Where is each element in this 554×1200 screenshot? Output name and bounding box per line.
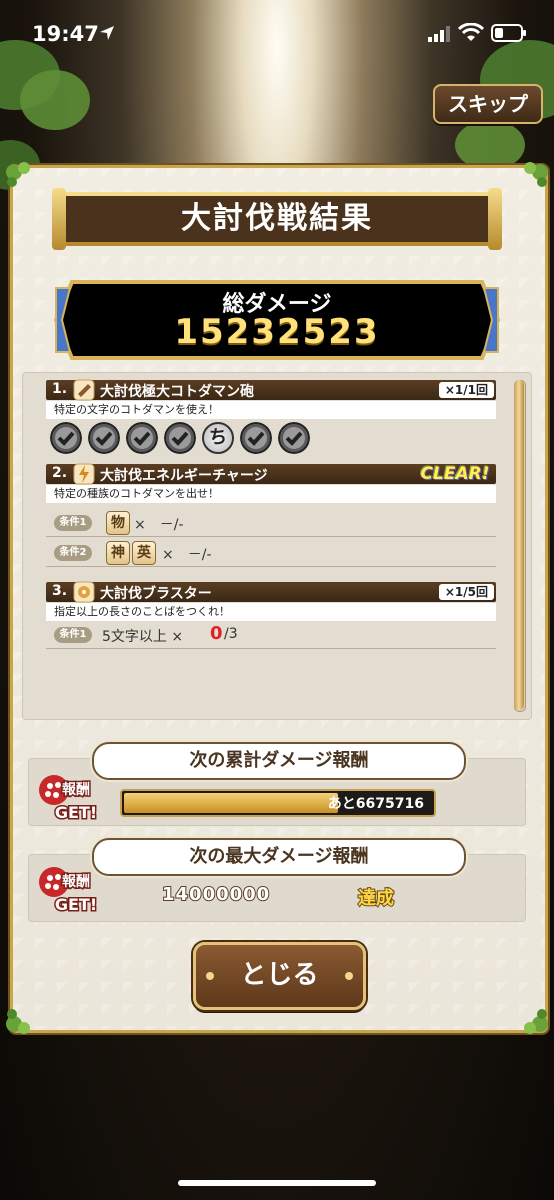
svg-text:報酬: 報酬: [62, 873, 90, 890]
mission-condition-row: 条件2 神 英 × －/-: [46, 540, 496, 567]
close-button[interactable]: とじる: [193, 942, 366, 1010]
condition-label: 5文字以上 ×: [102, 629, 184, 645]
total-damage-value: 15232523: [174, 312, 380, 352]
checked-stone-icon: [88, 422, 120, 454]
button-ornament: [345, 972, 353, 980]
corner-leaf-icon: [524, 162, 548, 187]
checked-stone-icon: [278, 422, 310, 454]
mission-scrollbar-thumb[interactable]: [514, 380, 524, 710]
reward-get-icon: 報酬 GET!: [39, 867, 99, 916]
mission-name: 大討伐極大コトダマン砲: [100, 384, 254, 400]
corner-leaf-icon: [524, 1009, 548, 1034]
skip-button[interactable]: スキップ: [433, 84, 543, 124]
reward-get-icon: 報酬 GET!: [39, 775, 99, 824]
achieved-status: 達成: [357, 887, 395, 910]
location-arrow-icon: [100, 26, 114, 40]
blaster-mission-icon: [73, 581, 95, 603]
button-ornament: [206, 972, 214, 980]
cumulative-reward-progress: あと6675716: [120, 789, 436, 817]
mission-index: 2.: [52, 465, 68, 481]
cellular-signal-icon: [428, 26, 450, 42]
wifi-icon: [458, 23, 484, 41]
mission-count-badge: ×1/1回: [438, 382, 494, 398]
remaining-damage: あと6675716: [327, 796, 424, 812]
condition-tag: 条件1: [54, 515, 92, 531]
mission-name: 大討伐ブラスター: [100, 586, 212, 602]
checked-stone-icon: [164, 422, 196, 454]
mission-condition-row: 条件1 物 × －/-: [46, 510, 496, 537]
cumulative-reward-label: 次の累計ダメージ報酬: [92, 742, 466, 780]
close-button-label: とじる: [240, 960, 319, 990]
max-damage-reward-value: 14000000: [161, 883, 271, 906]
svg-text:報酬: 報酬: [62, 781, 90, 798]
progress-fill: [124, 793, 338, 813]
energy-mission-icon: [73, 463, 95, 485]
condition-tag: 条件2: [54, 545, 92, 561]
battery-icon: [491, 24, 526, 42]
status-bar: 19:47: [0, 0, 554, 70]
leaf-decoration: [20, 70, 90, 130]
condition-target-count: /3: [224, 626, 238, 642]
mission-description: 特定の種族のコトダマンを出せ！: [46, 485, 496, 503]
mission-index: 3.: [52, 583, 68, 599]
clear-status-badge: CLEAR!: [420, 464, 490, 484]
condition-progress: × －/-: [134, 517, 184, 533]
status-time: 19:47: [32, 22, 99, 46]
condition-progress: × －/-: [162, 547, 212, 563]
max-reward-label: 次の最大ダメージ報酬: [92, 838, 466, 876]
checked-stone-icon: [240, 422, 272, 454]
species-tile: 英: [132, 541, 156, 565]
checked-stone-icon: [126, 422, 158, 454]
leaf-decoration: [455, 120, 525, 170]
species-tile: 神: [106, 541, 130, 565]
mission-name: 大討伐エネルギーチャージ: [100, 468, 268, 484]
checked-stone-icon: [50, 422, 82, 454]
mission-index: 1.: [52, 381, 68, 397]
page-title: 大討伐戦結果: [181, 201, 373, 236]
mission-header-1: 1. 大討伐極大コトダマン砲 ×1/1回: [46, 379, 496, 401]
condition-tag: 条件1: [54, 627, 92, 643]
cannon-mission-icon: [73, 379, 95, 401]
mission-condition-row: 条件1 5文字以上 × 0 /3: [46, 622, 496, 649]
species-tile: 物: [106, 511, 130, 535]
mission-count-badge: ×1/5回: [438, 584, 494, 600]
mission-description: 指定以上の長さのことばをつくれ！: [46, 603, 496, 621]
condition-current-count: 0: [210, 623, 223, 644]
home-indicator[interactable]: [178, 1180, 376, 1186]
svg-text:GET!: GET!: [55, 895, 97, 914]
svg-text:GET!: GET!: [55, 803, 97, 822]
corner-leaf-icon: [6, 162, 30, 187]
remaining-character-stone: ち: [202, 422, 234, 454]
mission-description: 特定の文字のコトダマンを使え！: [46, 401, 496, 419]
mission-header-3: 3. 大討伐ブラスター ×1/5回: [46, 581, 496, 603]
corner-leaf-icon: [6, 1009, 30, 1034]
